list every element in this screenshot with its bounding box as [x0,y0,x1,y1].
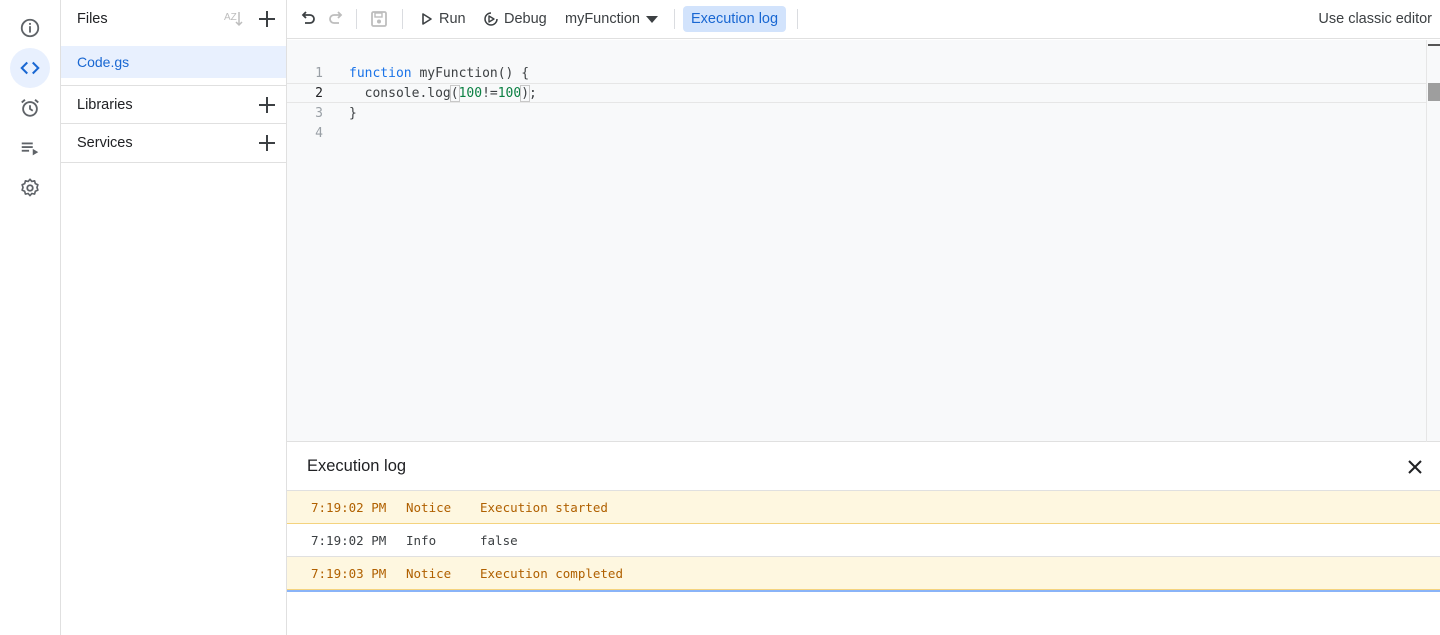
playlist-play-icon [21,142,39,156]
log-level: Info [406,532,437,548]
run-button[interactable]: Run [420,6,466,32]
plus-icon [259,135,275,151]
use-classic-editor-button[interactable]: Use classic editor [1318,6,1432,32]
files-title: Files [77,11,108,27]
log-level: Notice [406,499,452,515]
execution-log-title: Execution log [307,457,407,475]
run-label: Run [439,11,466,27]
sort-az-icon: AZ [224,12,243,27]
editor-toolbar: Run Debug myFunction Execution log Use c… [287,0,1440,39]
editor-scrollbar[interactable] [1426,40,1440,442]
line-number: 3 [315,105,323,121]
toolbar-divider [402,9,403,29]
debug-label: Debug [504,11,547,27]
icon-rail [0,0,61,635]
code-line: 1 function myFunction() { [287,63,1426,83]
save-icon [371,11,387,27]
settings-button[interactable] [10,168,50,208]
plus-icon [259,11,275,27]
function-select-value: myFunction [565,11,640,27]
svg-text:AZ: AZ [224,12,237,23]
undo-button[interactable] [298,9,318,29]
sort-files-button[interactable]: AZ [223,9,245,29]
caret-down-icon [645,15,658,23]
code-editor[interactable]: 1 function myFunction() { 2 console.log(… [287,40,1440,442]
libraries-section[interactable]: Libraries [61,85,286,124]
undo-icon [301,11,315,24]
alarm-icon [21,99,39,117]
code-text: function myFunction() { [349,65,530,81]
toolbar-divider [356,9,357,29]
redo-button[interactable] [326,9,346,29]
code-line: 3 } [287,103,1426,123]
debug-button[interactable]: Debug [483,6,547,32]
play-icon [422,13,432,25]
add-file-button[interactable] [256,8,278,30]
scrollbar-top-marker [1428,44,1440,46]
log-progress-line [287,590,1440,592]
code-text: console.log(100!=100); [349,84,537,102]
log-entry: 7:19:03 PM Notice Execution completed [287,557,1440,590]
log-level: Notice [406,565,452,581]
line-number: 4 [315,125,323,141]
code-line-current: 2 console.log(100!=100); [287,83,1426,103]
libraries-label: Libraries [77,96,133,113]
files-header: Files AZ [61,0,286,38]
function-select[interactable]: myFunction [565,6,658,32]
save-button[interactable] [369,9,389,29]
log-message: Execution started [480,499,608,515]
code-line: 4 [287,123,1426,143]
log-time: 7:19:02 PM [311,499,387,515]
executions-button[interactable] [10,128,50,168]
files-panel: Files AZ Code.gs Libraries Services [61,0,287,635]
plus-icon [259,97,275,113]
log-entry: 7:19:02 PM Notice Execution started [287,491,1440,524]
debug-icon [484,12,498,26]
add-service-button[interactable] [256,132,278,154]
toolbar-divider [797,9,798,29]
scrollbar-cursor-marker [1428,83,1440,101]
log-entry: 7:19:02 PM Info false [287,524,1440,557]
log-time: 7:19:03 PM [311,565,387,581]
triggers-button[interactable] [10,88,50,128]
log-message: Execution completed [480,565,623,581]
gear-icon [21,178,39,197]
code-text: } [349,105,357,121]
add-library-button[interactable] [256,94,278,116]
execution-log-panel: Execution log 7:19:02 PM Notice Executio… [287,443,1440,635]
execution-log-toggle[interactable]: Execution log [683,6,787,32]
log-message: false [480,532,518,548]
execution-log-header: Execution log [287,443,1440,491]
close-icon [1408,460,1422,474]
line-number: 1 [315,65,323,81]
log-time: 7:19:02 PM [311,532,387,548]
services-section[interactable]: Services [61,124,286,163]
file-item-code-gs[interactable]: Code.gs [61,46,286,78]
close-log-button[interactable] [1404,456,1426,478]
toolbar-divider [674,9,675,29]
services-label: Services [77,135,133,151]
code-icon [20,61,40,75]
line-number: 2 [315,85,323,101]
info-icon [20,18,40,38]
editor-button[interactable] [10,48,50,88]
redo-icon [329,11,343,24]
overview-button[interactable] [10,8,50,48]
